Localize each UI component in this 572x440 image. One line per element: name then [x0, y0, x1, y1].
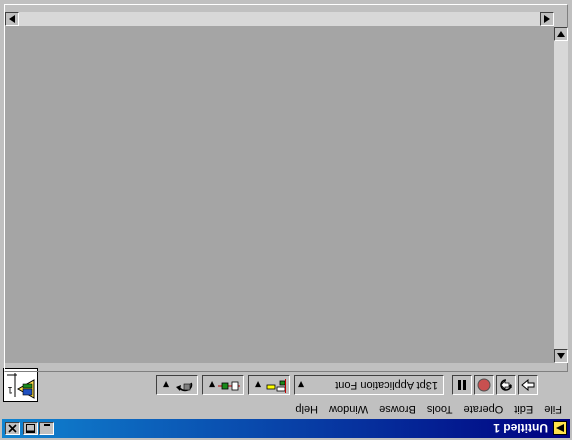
- menu-edit[interactable]: Edit: [514, 403, 533, 415]
- vi-icon[interactable]: 1: [3, 368, 38, 402]
- menu-browse[interactable]: Browse: [379, 403, 416, 415]
- horizontal-scrollbar[interactable]: [5, 12, 554, 26]
- svg-text:1: 1: [7, 384, 13, 394]
- menu-operate[interactable]: Operate: [464, 403, 504, 415]
- labview-app-icon[interactable]: [553, 421, 567, 436]
- run-arrow-icon[interactable]: [518, 375, 538, 395]
- chevron-down-icon: ▼: [254, 380, 262, 390]
- menu-file[interactable]: File: [544, 403, 562, 415]
- font-selector-dropdown[interactable]: 13pt Application Font ▼: [294, 375, 444, 395]
- window-title: Untitled 1: [493, 421, 548, 436]
- scroll-down-arrow-icon[interactable]: [554, 27, 568, 41]
- chevron-down-icon: ▼: [297, 380, 305, 390]
- chevron-down-icon: ▼: [162, 380, 170, 390]
- scroll-left-arrow-icon[interactable]: [540, 12, 554, 26]
- title-bar[interactable]: Untitled 1: [2, 419, 570, 438]
- align-objects-button[interactable]: ▼: [248, 375, 290, 395]
- maximize-icon[interactable]: [23, 422, 38, 435]
- reorder-button[interactable]: ▼: [156, 375, 198, 395]
- close-icon[interactable]: [5, 422, 20, 435]
- distribute-objects-button[interactable]: ▼: [202, 375, 244, 395]
- font-selector-label: 13pt Application Font: [335, 379, 438, 391]
- chevron-down-icon: ▼: [208, 380, 216, 390]
- abort-stop-icon[interactable]: [474, 375, 494, 395]
- labview-front-panel-window: Untitled 1 File Edit Operate Tools Brows…: [0, 0, 572, 440]
- front-panel-canvas[interactable]: [5, 26, 554, 363]
- vertical-scrollbar[interactable]: [554, 27, 568, 363]
- toolbar: 13pt Application Font ▼ ▼ ▼ ▼: [40, 372, 568, 398]
- distribute-objects-icon: [218, 377, 240, 394]
- run-continuously-icon[interactable]: [496, 375, 516, 395]
- reorder-icon: [172, 377, 194, 394]
- scroll-right-arrow-icon[interactable]: [5, 12, 19, 26]
- menu-help[interactable]: Help: [295, 403, 318, 415]
- menu-window[interactable]: Window: [329, 403, 368, 415]
- menu-tools[interactable]: Tools: [427, 403, 453, 415]
- menu-bar: File Edit Operate Tools Browse Window He…: [40, 400, 568, 418]
- align-objects-icon: [264, 377, 286, 394]
- pause-icon[interactable]: [452, 375, 472, 395]
- scroll-up-arrow-icon[interactable]: [554, 349, 568, 363]
- minimize-icon[interactable]: [39, 422, 54, 435]
